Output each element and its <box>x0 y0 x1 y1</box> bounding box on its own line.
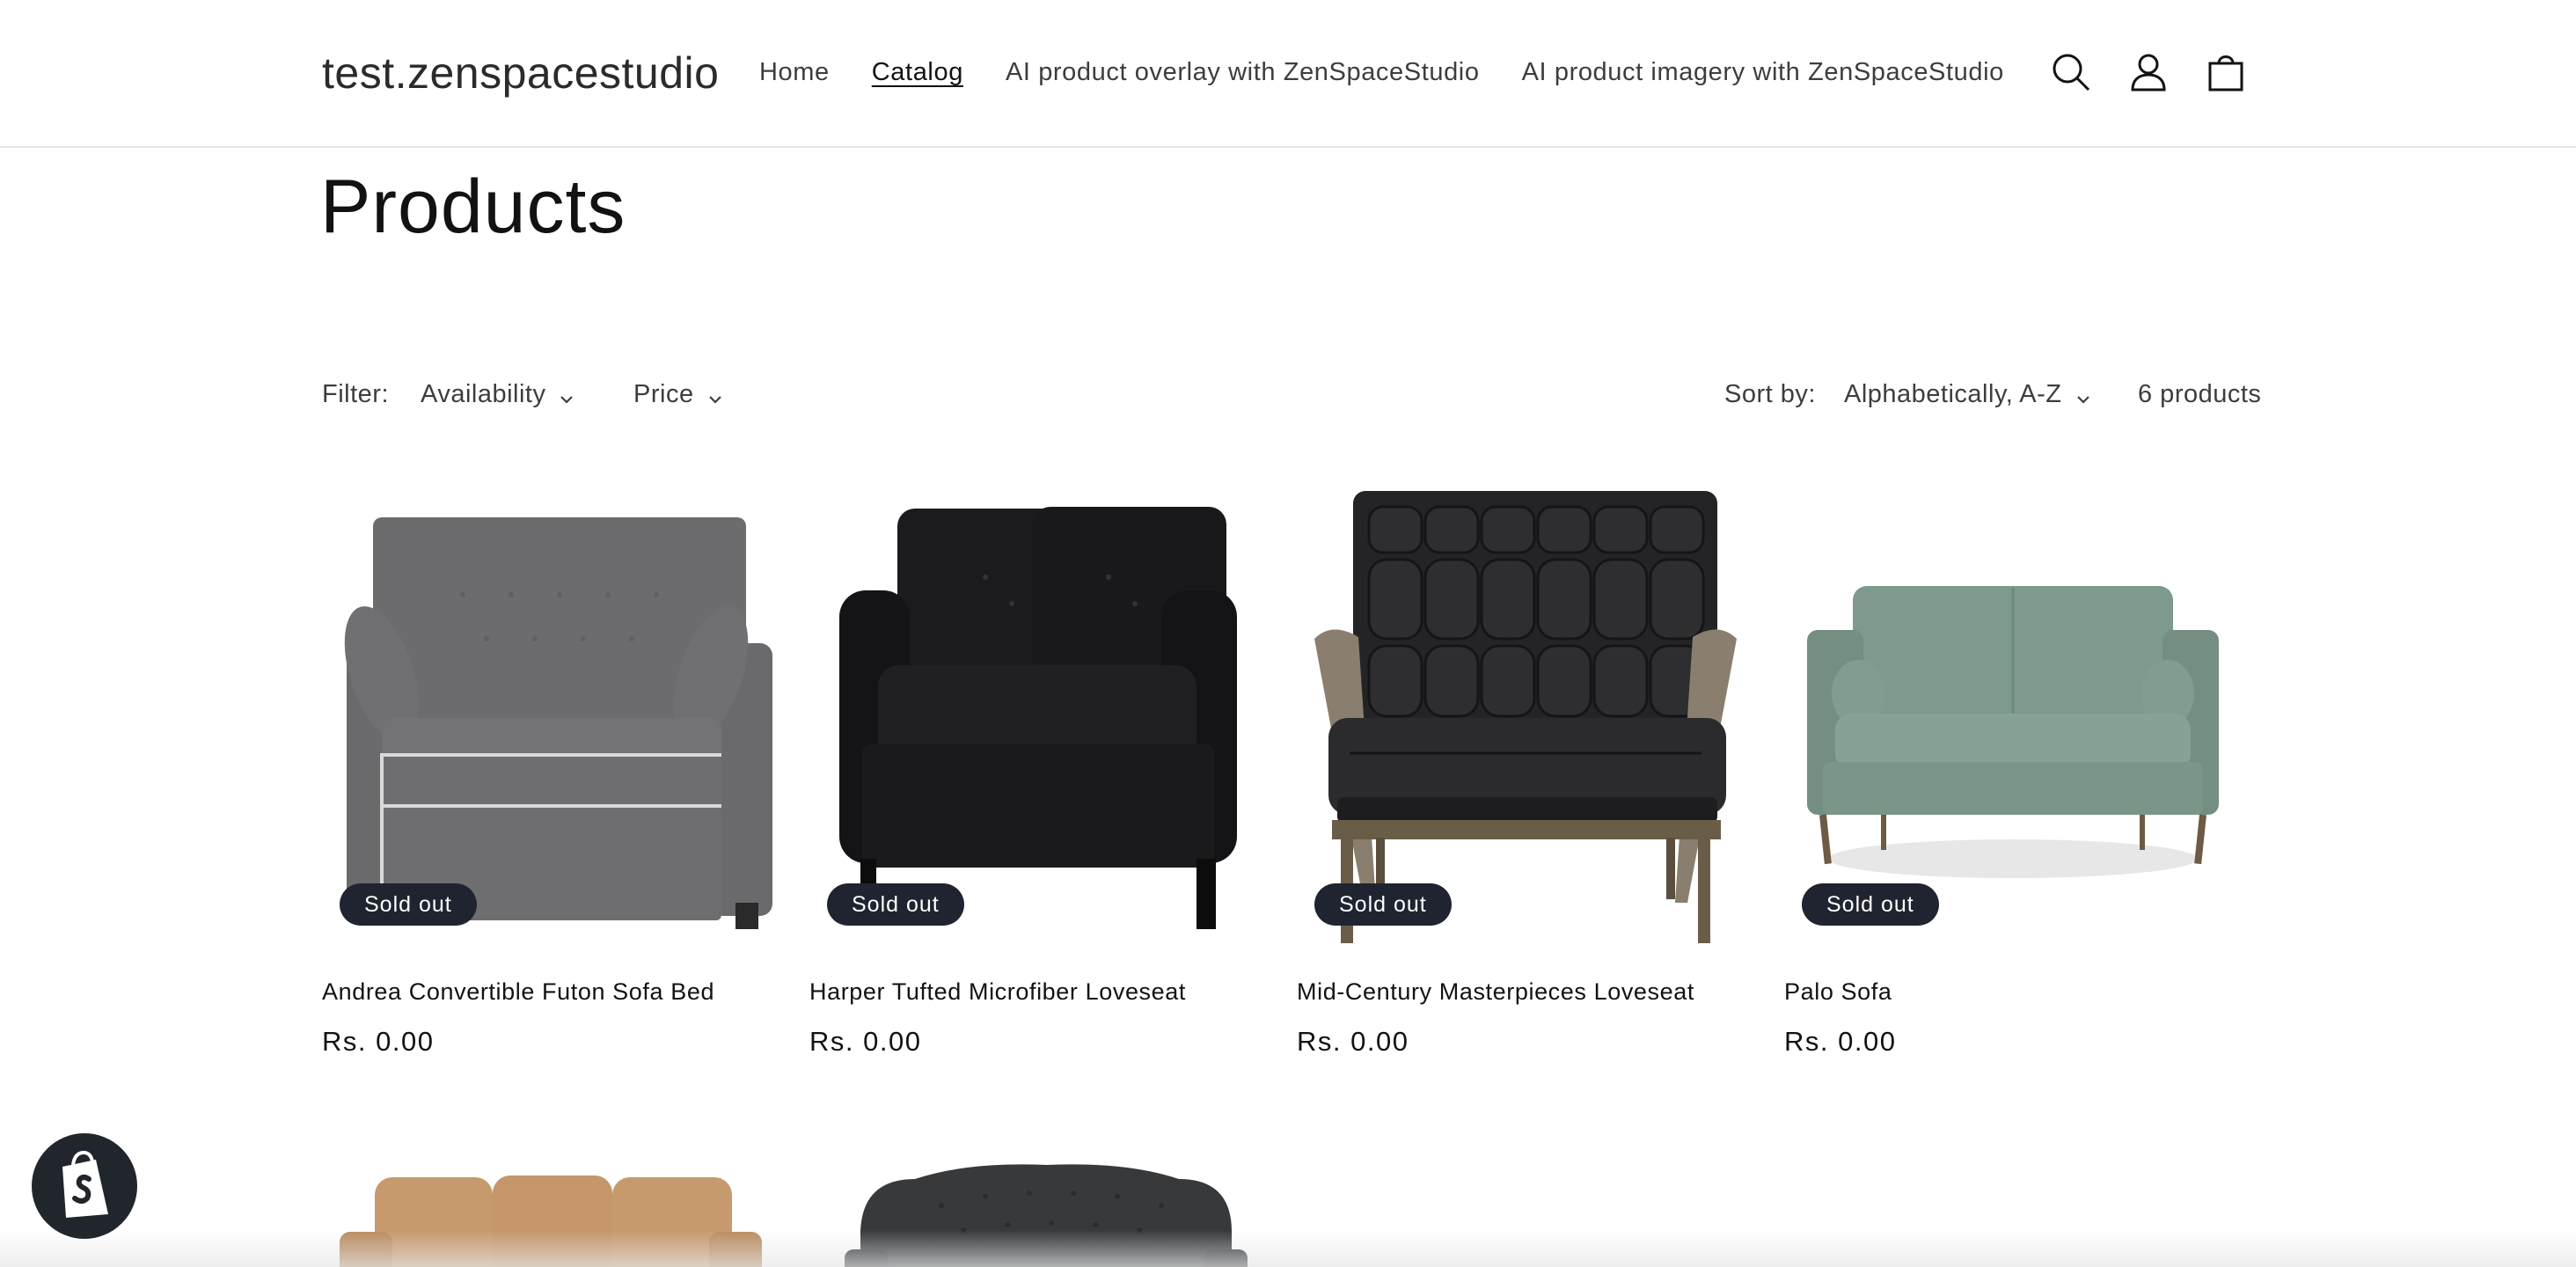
availability-filter-label: Availability <box>421 380 546 408</box>
sold-out-badge: Sold out <box>340 883 477 926</box>
sort-select[interactable]: Alphabetically, A-Z <box>1844 380 2092 409</box>
cart-icon[interactable] <box>2205 51 2247 93</box>
product-image[interactable]: Sold out <box>1297 489 1754 952</box>
product-image[interactable]: Sold out <box>809 489 1267 952</box>
sold-out-badge: Sold out <box>1314 883 1452 926</box>
product-image[interactable]: Sold out <box>322 489 779 952</box>
sold-out-badge: Sold out <box>827 883 964 926</box>
product-image[interactable]: Sold out <box>1784 489 2242 952</box>
page-title: Products <box>320 165 626 249</box>
availability-filter[interactable]: Availability <box>421 380 575 409</box>
sort-select-value: Alphabetically, A-Z <box>1844 380 2062 408</box>
filter-bar: Filter: Availability Price Sort by: Alph… <box>322 380 2262 415</box>
price-filter[interactable]: Price <box>633 380 724 409</box>
product-price: Rs. 0.00 <box>1297 1026 1409 1057</box>
bottom-shadow <box>0 1230 2576 1267</box>
product-title[interactable]: Andrea Convertible Futon Sofa Bed <box>322 978 714 1006</box>
sort-label: Sort by: <box>1724 380 1816 408</box>
account-icon[interactable] <box>2127 51 2170 93</box>
product-count: 6 products <box>2138 380 2262 408</box>
product-title[interactable]: Mid-Century Masterpieces Loveseat <box>1297 978 1694 1006</box>
product-title[interactable]: Palo Sofa <box>1784 978 1892 1006</box>
search-icon[interactable] <box>2050 51 2092 93</box>
product-price: Rs. 0.00 <box>1784 1026 1897 1057</box>
product-price: Rs. 0.00 <box>322 1026 435 1057</box>
price-filter-label: Price <box>633 380 694 408</box>
main-nav: Home Catalog AI product overlay with Zen… <box>759 58 2046 87</box>
product-title[interactable]: Harper Tufted Microfiber Loveseat <box>809 978 1186 1006</box>
store-logo[interactable]: test.zenspacestudio <box>322 48 719 99</box>
nav-catalog[interactable]: Catalog <box>872 58 963 87</box>
site-header: test.zenspacestudio Home Catalog AI prod… <box>0 0 2576 148</box>
nav-home[interactable]: Home <box>759 58 830 87</box>
nav-ai-overlay[interactable]: AI product overlay with ZenSpaceStudio <box>1006 58 1480 87</box>
chevron-down-icon <box>706 386 724 404</box>
nav-ai-imagery[interactable]: AI product imagery with ZenSpaceStudio <box>1522 58 2004 87</box>
sold-out-badge: Sold out <box>1802 883 1939 926</box>
product-price: Rs. 0.00 <box>809 1026 922 1057</box>
chevron-down-icon <box>558 386 575 404</box>
filter-label: Filter: <box>322 380 389 408</box>
chevron-down-icon <box>2075 386 2092 404</box>
shopify-chat-button[interactable] <box>32 1133 137 1239</box>
shopify-bag-icon <box>54 1149 115 1224</box>
